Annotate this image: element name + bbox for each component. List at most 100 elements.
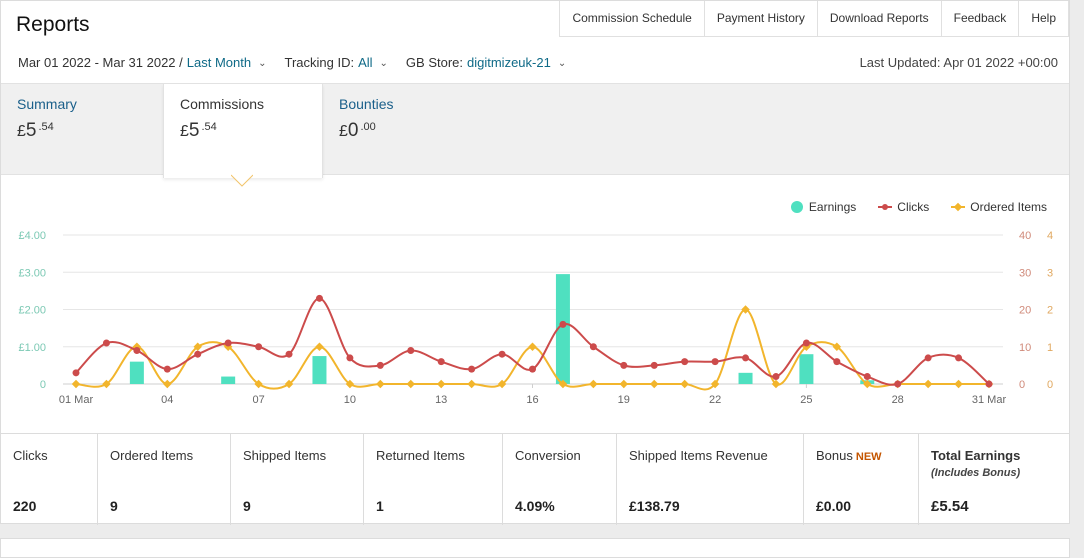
tab-commissions[interactable]: Commissions £5.54: [163, 84, 323, 178]
earnings-dot-icon: [790, 201, 803, 213]
legend-earnings[interactable]: Earnings: [790, 200, 856, 214]
clicks-point: [376, 361, 384, 369]
clicks-point: [285, 350, 293, 358]
y-tick-label-clicks: 0: [1019, 379, 1025, 391]
commission-schedule-button[interactable]: Commission Schedule: [560, 1, 705, 37]
earnings-chart: 0 0 0£1.00 10 1£2.00 20 2£3.00 30 3£4.00 40 401 Ma…: [18, 230, 1053, 406]
stat-shipped-revenue: Shipped Items Revenue £138.79: [617, 434, 804, 525]
period-dropdown[interactable]: Last Month: [187, 55, 251, 70]
earnings-bar: [221, 376, 236, 384]
reports-card: Reports Commission Schedule Payment Hist…: [0, 0, 1070, 525]
store-dropdown[interactable]: digitmizeuk-21: [467, 55, 551, 70]
tab-bounties[interactable]: Bounties £0.00: [323, 84, 483, 176]
ordered-items-point: [406, 379, 416, 389]
ordered-items-point: [649, 379, 659, 389]
feedback-button[interactable]: Feedback: [941, 1, 1020, 37]
clicks-point: [194, 350, 202, 358]
ordered-items-point: [163, 379, 172, 389]
x-tick-label: 31 Mar: [972, 394, 1007, 406]
ordered-items-point: [71, 379, 81, 389]
clicks-point: [833, 358, 841, 366]
y-tick-label-left: £1.00: [18, 342, 46, 354]
stat-total-earnings: Total Earnings (Includes Bonus) £5.54: [931, 448, 1021, 515]
clicks-point: [955, 354, 963, 362]
clicks-point: [742, 354, 750, 362]
chevron-down-icon[interactable]: ⌄: [258, 58, 266, 69]
clicks-point: [133, 346, 141, 354]
y-tick-label-left: 0: [40, 379, 46, 391]
y-tick-label-ordered: 4: [1047, 230, 1053, 242]
clicks-point: [437, 358, 445, 366]
stat-returned-items: Returned Items 1: [364, 434, 503, 525]
y-tick-label-clicks: 10: [1019, 342, 1031, 354]
summary-tabs: Summary £5.54 Commissions £5.54 Bounties…: [1, 83, 1069, 178]
ordered-items-line-icon: [951, 201, 966, 213]
tracking-id-label: Tracking ID:: [284, 55, 355, 70]
x-tick-label: 25: [800, 394, 812, 406]
chevron-down-icon[interactable]: ⌄: [380, 58, 388, 69]
clicks-point: [72, 369, 80, 377]
tab-label: Summary: [17, 96, 77, 112]
ordered-items-point: [589, 379, 598, 389]
clicks-point: [468, 365, 476, 373]
y-tick-label-ordered: 0: [1047, 379, 1053, 391]
tab-summary[interactable]: Summary £5.54: [1, 84, 164, 176]
clicks-point: [894, 380, 902, 388]
y-tick-label-ordered: 1: [1047, 342, 1053, 354]
clicks-point: [681, 358, 689, 366]
store-label: GB Store:: [405, 55, 463, 70]
clicks-point: [315, 294, 323, 302]
last-updated: Last Updated: Apr 01 2022 +00:00: [859, 55, 1058, 70]
tab-amount: £0.00: [339, 120, 376, 141]
earnings-bar: [129, 361, 144, 384]
clicks-point: [924, 354, 932, 362]
y-tick-label-clicks: 40: [1019, 230, 1031, 242]
stat-ordered-items: Ordered Items 9: [98, 434, 231, 525]
earnings-bar: [738, 372, 753, 384]
chart-legend: Earnings Clicks Ordered Items: [769, 200, 1047, 214]
ordered-items-point: [376, 379, 385, 389]
clicks-point: [711, 358, 719, 366]
clicks-point: [102, 339, 110, 347]
stat-clicks: Clicks 220: [1, 434, 98, 525]
top-nav: Commission Schedule Payment History Down…: [559, 1, 1069, 37]
y-tick-label-ordered: 2: [1047, 305, 1053, 317]
clicks-point: [255, 343, 263, 351]
x-tick-label: 16: [526, 394, 538, 406]
date-range: Mar 01 2022 - Mar 31 2022 /: [18, 55, 183, 70]
ordered-items-point: [467, 379, 476, 389]
download-reports-button[interactable]: Download Reports: [817, 1, 942, 37]
stats-bar: Clicks 220 Ordered Items 9 Shipped Items…: [1, 433, 1069, 525]
stat-bonus: Bonus NEW £0.00: [804, 434, 919, 525]
ordered-items-point: [436, 379, 446, 389]
x-tick-label: 19: [618, 394, 630, 406]
stat-shipped-items: Shipped Items 9: [231, 434, 364, 525]
legend-clicks[interactable]: Clicks: [878, 200, 929, 214]
help-button[interactable]: Help: [1019, 1, 1069, 37]
y-tick-label-ordered: 3: [1047, 267, 1053, 279]
x-tick-label: 22: [709, 394, 721, 406]
stat-conversion: Conversion 4.09%: [503, 434, 617, 525]
legend-ordered-items[interactable]: Ordered Items: [951, 200, 1047, 214]
x-tick-label: 07: [252, 394, 264, 406]
ordered-items-point: [680, 379, 689, 389]
tab-label: Bounties: [339, 96, 394, 112]
new-badge: NEW: [855, 451, 882, 463]
x-tick-label: 01 Mar: [59, 394, 94, 406]
ordered-items-point: [954, 379, 963, 389]
next-card: [0, 538, 1070, 558]
clicks-point: [620, 361, 628, 369]
clicks-point: [802, 339, 810, 347]
ordered-items-point: [619, 379, 629, 389]
clicks-point: [650, 361, 658, 369]
active-tab-pointer-icon: [231, 174, 253, 187]
x-tick-label: 13: [435, 394, 447, 406]
clicks-point: [985, 380, 993, 388]
tab-amount: £5.54: [180, 120, 217, 141]
chevron-down-icon[interactable]: ⌄: [558, 58, 566, 69]
x-tick-label: 28: [892, 394, 904, 406]
payment-history-button[interactable]: Payment History: [704, 1, 818, 37]
tracking-id-dropdown[interactable]: All: [358, 55, 372, 70]
clicks-point: [498, 350, 506, 358]
y-tick-label-clicks: 30: [1019, 267, 1031, 279]
